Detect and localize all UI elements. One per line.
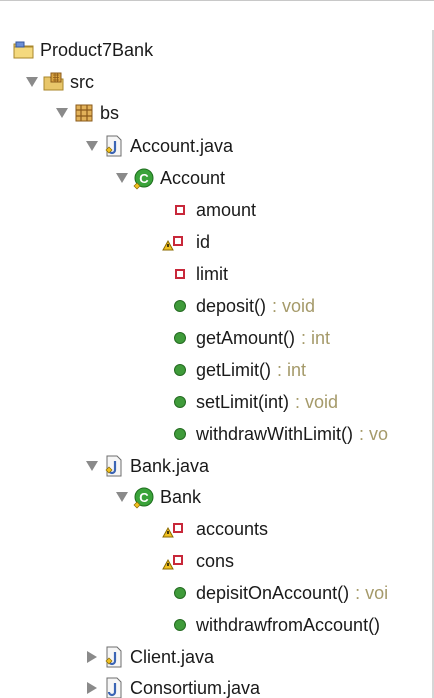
svg-text:C: C xyxy=(139,490,149,505)
private-field-warning-icon xyxy=(160,517,192,541)
field-name: cons xyxy=(196,550,235,571)
chevron-down-icon[interactable] xyxy=(54,104,70,122)
public-method-icon xyxy=(168,294,192,318)
java-file-icon xyxy=(102,454,126,478)
java-file-icon xyxy=(102,134,126,158)
public-method-icon xyxy=(168,613,192,637)
class-icon: C xyxy=(132,485,156,509)
tree-item-class-bank[interactable]: C Bank xyxy=(114,481,201,513)
tree-item-src[interactable]: src xyxy=(24,66,94,98)
tree-item-file-client[interactable]: Client.java xyxy=(84,641,214,673)
class-name: Account xyxy=(160,167,226,188)
class-name: Bank xyxy=(160,486,202,507)
package-icon xyxy=(72,101,96,125)
file-name: Consortium.java xyxy=(130,677,261,698)
tree-item-class-account[interactable]: C Account xyxy=(114,162,225,194)
tree-item-field[interactable]: accounts xyxy=(160,513,268,545)
chevron-right-icon[interactable] xyxy=(84,679,100,697)
tree-item-field[interactable]: id xyxy=(160,226,210,258)
top-border xyxy=(0,0,434,1)
tree-item-method[interactable]: setLimit(int) : void xyxy=(168,386,338,418)
file-name: Account.java xyxy=(130,135,234,156)
tree-item-project[interactable]: Product7Bank xyxy=(12,34,153,66)
method-return-type: : voi xyxy=(355,582,389,603)
tree-item-file-consortium[interactable]: Consortium.java xyxy=(84,672,260,698)
package-label: bs xyxy=(100,102,120,123)
chevron-right-icon[interactable] xyxy=(84,648,100,666)
src-label: src xyxy=(70,71,94,92)
method-name: withdrawfromAccount() xyxy=(196,614,381,635)
public-method-icon xyxy=(168,422,192,446)
chevron-down-icon[interactable] xyxy=(114,488,130,506)
method-return-type: : int xyxy=(277,359,307,380)
public-method-icon xyxy=(168,358,192,382)
tree-item-field[interactable]: cons xyxy=(160,545,234,577)
tree-item-method[interactable]: withdrawfromAccount() xyxy=(168,609,380,641)
public-method-icon xyxy=(168,581,192,605)
java-file-icon xyxy=(102,645,126,669)
private-field-icon xyxy=(168,198,192,222)
private-field-warning-icon xyxy=(160,230,192,254)
package-explorer-tree: Product7Bank src bs Account.java C Accou… xyxy=(0,0,434,698)
method-return-type: : vo xyxy=(359,423,389,444)
tree-item-method[interactable]: getAmount() : int xyxy=(168,322,330,354)
field-name: id xyxy=(196,231,211,252)
project-folder-icon xyxy=(12,38,36,62)
tree-item-file-bank[interactable]: Bank.java xyxy=(84,450,209,482)
method-name: depisitOnAccount() xyxy=(196,582,350,603)
private-field-warning-icon xyxy=(160,549,192,573)
chevron-down-icon[interactable] xyxy=(84,137,100,155)
private-field-icon xyxy=(168,262,192,286)
tree-item-method[interactable]: deposit() : void xyxy=(168,290,315,322)
method-return-type: : int xyxy=(301,327,331,348)
method-name: getAmount() xyxy=(196,327,296,348)
file-name: Bank.java xyxy=(130,455,210,476)
method-return-type: : void xyxy=(272,295,316,316)
tree-item-field[interactable]: amount xyxy=(168,194,256,226)
java-file-icon xyxy=(102,676,126,698)
tree-item-method[interactable]: getLimit() : int xyxy=(168,354,306,386)
public-method-icon xyxy=(168,390,192,414)
method-return-type: : void xyxy=(295,391,339,412)
project-name: Product7Bank xyxy=(40,39,154,60)
class-icon: C xyxy=(132,166,156,190)
field-name: amount xyxy=(196,199,257,220)
tree-item-method[interactable]: withdrawWithLimit() : vo xyxy=(168,418,388,450)
source-folder-icon xyxy=(42,70,66,94)
method-name: deposit() xyxy=(196,295,267,316)
chevron-down-icon[interactable] xyxy=(24,73,40,91)
tree-item-field[interactable]: limit xyxy=(168,258,228,290)
method-name: withdrawWithLimit() xyxy=(196,423,354,444)
chevron-down-icon[interactable] xyxy=(114,169,130,187)
public-method-icon xyxy=(168,326,192,350)
field-name: limit xyxy=(196,263,228,284)
tree-item-package[interactable]: bs xyxy=(54,97,119,129)
tree-item-file-account[interactable]: Account.java xyxy=(84,130,233,162)
svg-text:C: C xyxy=(139,171,149,186)
method-name: getLimit() xyxy=(196,359,272,380)
field-name: accounts xyxy=(196,518,269,539)
tree-item-method[interactable]: depisitOnAccount() : voi xyxy=(168,577,388,609)
chevron-down-icon[interactable] xyxy=(84,457,100,475)
file-name: Client.java xyxy=(130,646,215,667)
method-name: setLimit(int) xyxy=(196,391,290,412)
